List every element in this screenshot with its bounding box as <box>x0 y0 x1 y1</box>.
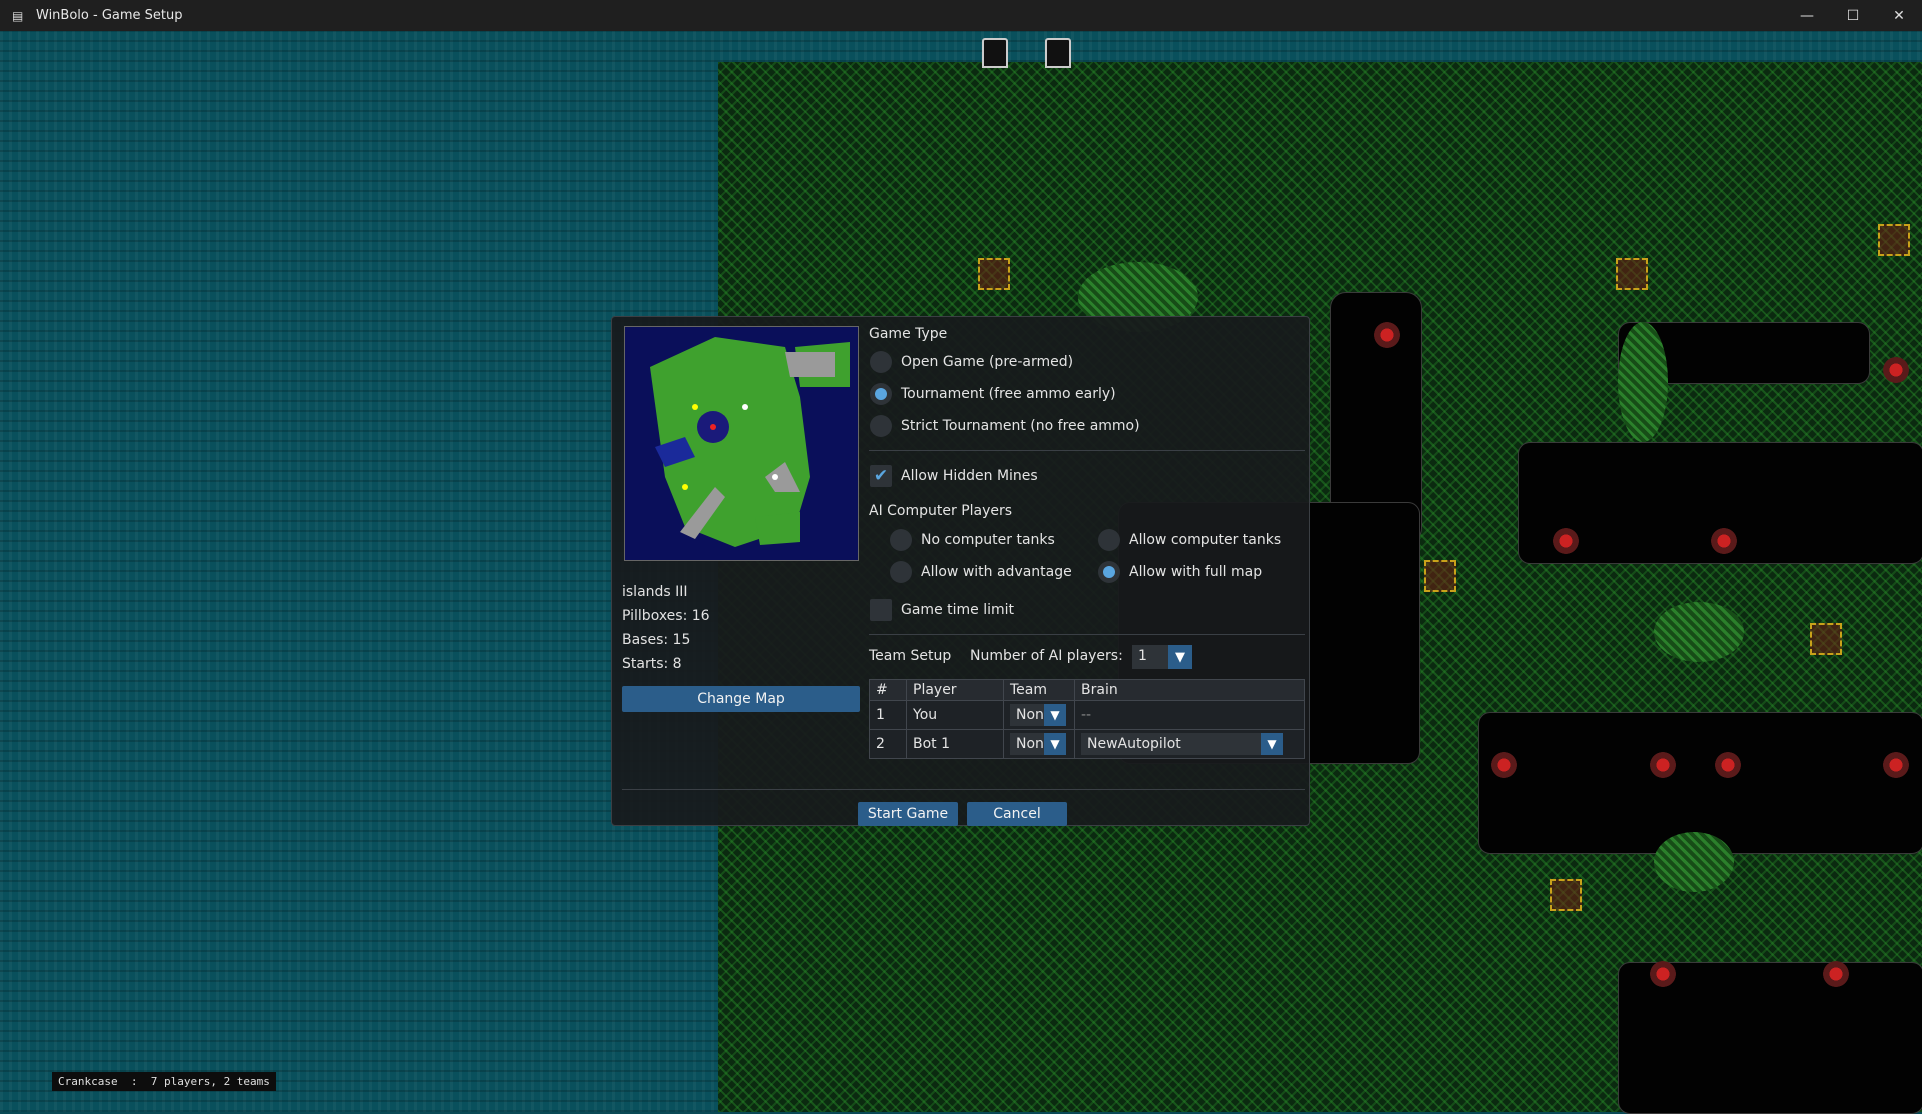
chevron-down-icon: ▼ <box>1261 733 1283 755</box>
game-type-heading: Game Type <box>869 326 948 342</box>
radio-allow-with-advantage[interactable] <box>890 561 912 583</box>
pillbox <box>1823 961 1849 987</box>
column-header: Player <box>906 679 1004 701</box>
brain-select[interactable]: NewAutopilot ▼ <box>1081 733 1283 755</box>
status-label: Crankcase : 7 players, 2 teams <box>52 1072 276 1091</box>
radio-no-computer-tanks[interactable] <box>890 529 912 551</box>
minimize-icon[interactable]: — <box>1784 0 1830 31</box>
change-map-button[interactable]: Change Map <box>622 686 860 712</box>
column-header: Brain <box>1074 679 1305 701</box>
game-setup-dialog: islands III Pillboxes: 16 Bases: 15 Star… <box>611 316 1310 826</box>
team-table: # Player Team Brain 1 You None ▼ -- 2 Bo… <box>869 679 1305 759</box>
forest <box>1618 322 1668 442</box>
pillbox <box>1650 961 1676 987</box>
team-select[interactable]: None ▼ <box>1010 733 1066 755</box>
row-number: 2 <box>869 729 907 759</box>
table-row: 2 Bot 1 None ▼ NewAutopilot ▼ <box>869 729 1305 759</box>
map-preview <box>624 326 859 561</box>
window-controls: — ☐ ✕ <box>1784 0 1922 31</box>
chevron-down-icon: ▼ <box>1044 704 1066 726</box>
radio-allow-with-advantage-label: Allow with advantage <box>921 564 1072 580</box>
ai-players-heading: AI Computer Players <box>869 503 1013 519</box>
tank-sprite <box>1045 38 1071 68</box>
cancel-button[interactable]: Cancel <box>967 802 1067 826</box>
ai-count-label: Number of AI players: <box>970 648 1123 664</box>
table-row: 1 You None ▼ -- <box>869 700 1305 730</box>
pillbox <box>1374 322 1400 348</box>
map-name: islands III <box>622 584 688 600</box>
pillbox <box>1553 528 1579 554</box>
radio-allow-computer-tanks-label: Allow computer tanks <box>1129 532 1282 548</box>
brain-value: -- <box>1074 700 1305 730</box>
tank-sprite <box>982 38 1008 68</box>
pillbox <box>1883 357 1909 383</box>
time-limit-checkbox[interactable] <box>870 599 892 621</box>
brain-value: NewAutopilot <box>1087 736 1181 752</box>
window-titlebar[interactable]: ▤ WinBolo - Game Setup — ☐ ✕ <box>0 0 1922 31</box>
forest <box>1654 602 1744 662</box>
start-count: Starts: 8 <box>622 656 682 672</box>
team-cell: None ▼ <box>1003 700 1075 730</box>
radio-open-game-label: Open Game (pre-armed) <box>901 354 1074 370</box>
base <box>978 258 1010 290</box>
radio-open-game[interactable] <box>870 351 892 373</box>
maximize-icon[interactable]: ☐ <box>1830 0 1876 31</box>
column-header: # <box>869 679 907 701</box>
base-count: Bases: 15 <box>622 632 691 648</box>
row-number: 1 <box>869 700 907 730</box>
radio-allow-with-full-map[interactable] <box>1098 561 1120 583</box>
brain-cell: NewAutopilot ▼ <box>1074 729 1305 759</box>
radio-no-computer-tanks-label: No computer tanks <box>921 532 1055 548</box>
divider <box>869 634 1305 635</box>
time-limit-label: Game time limit <box>901 602 1015 618</box>
base <box>1424 560 1456 592</box>
forest <box>1654 832 1734 892</box>
table-header-row: # Player Team Brain <box>869 679 1305 701</box>
radio-strict-tournament-label: Strict Tournament (no free ammo) <box>901 418 1140 434</box>
chevron-down-icon: ▼ <box>1168 645 1192 669</box>
radio-allow-with-full-map-label: Allow with full map <box>1129 564 1263 580</box>
divider <box>869 450 1305 451</box>
window-title: WinBolo - Game Setup <box>36 8 183 23</box>
player-name: You <box>906 700 1004 730</box>
start-game-button[interactable]: Start Game <box>858 802 958 826</box>
pillbox <box>1711 528 1737 554</box>
ai-count-value: 1 <box>1138 648 1147 664</box>
radio-tournament[interactable] <box>870 383 892 405</box>
pillbox-count: Pillboxes: 16 <box>622 608 710 624</box>
pillbox <box>1650 752 1676 778</box>
pillbox <box>1715 752 1741 778</box>
hidden-mines-label: Allow Hidden Mines <box>901 468 1038 484</box>
base <box>1550 879 1582 911</box>
player-name: Bot 1 <box>906 729 1004 759</box>
chevron-down-icon: ▼ <box>1044 733 1066 755</box>
base <box>1616 258 1648 290</box>
winbolo-icon: ▤ <box>12 8 24 23</box>
radio-tournament-label: Tournament (free ammo early) <box>901 386 1116 402</box>
radio-strict-tournament[interactable] <box>870 415 892 437</box>
base <box>1878 224 1910 256</box>
radio-allow-computer-tanks[interactable] <box>1098 529 1120 551</box>
map-preview-image <box>625 327 858 560</box>
base <box>1810 623 1842 655</box>
column-header: Team <box>1003 679 1075 701</box>
hidden-mines-checkbox[interactable]: ✔ <box>870 465 892 487</box>
pillbox <box>1491 752 1517 778</box>
divider <box>622 789 1305 790</box>
team-select[interactable]: None ▼ <box>1010 704 1066 726</box>
close-icon[interactable]: ✕ <box>1876 0 1922 31</box>
ai-count-select[interactable]: 1 ▼ <box>1132 645 1192 669</box>
team-cell: None ▼ <box>1003 729 1075 759</box>
pillbox <box>1883 752 1909 778</box>
team-setup-heading: Team Setup <box>869 648 952 664</box>
